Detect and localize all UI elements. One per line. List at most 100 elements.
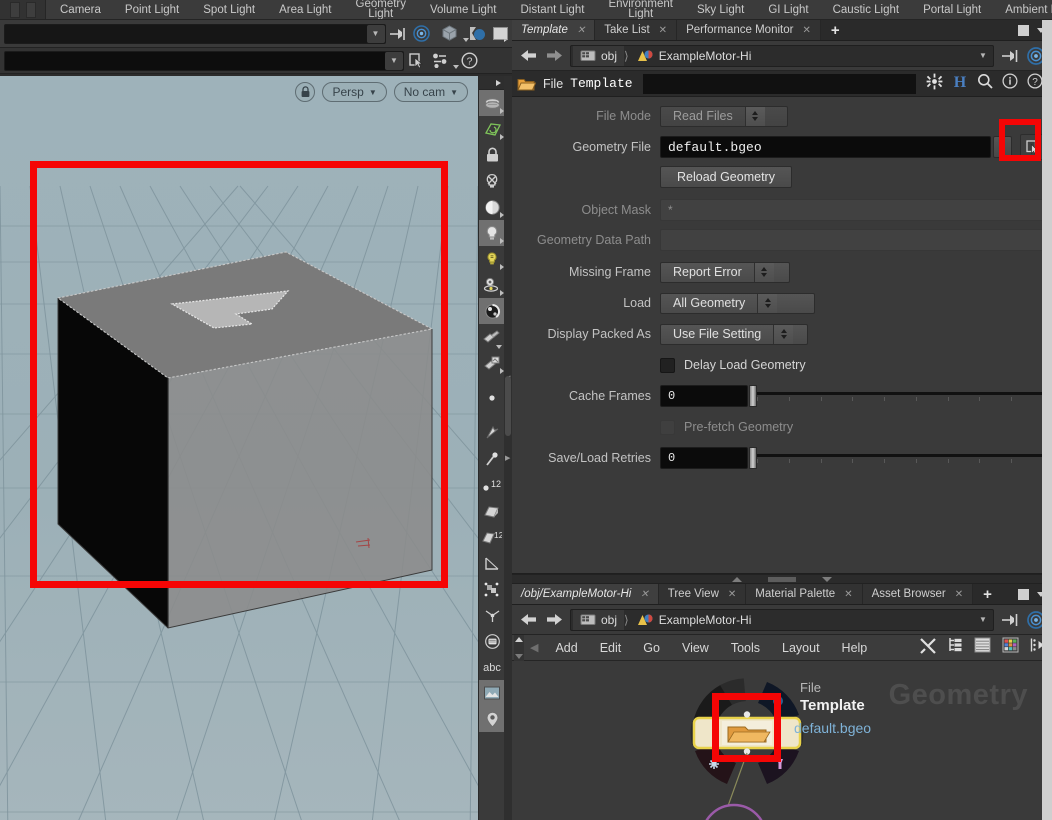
shelf-tab-gi-light[interactable]: GI Light bbox=[756, 0, 820, 19]
shelf-tab-spot-light[interactable]: Spot Light bbox=[191, 0, 267, 19]
capsule-icon[interactable] bbox=[479, 628, 505, 654]
close-icon[interactable]: ✕ bbox=[659, 25, 667, 36]
shelf-tab-portal-light[interactable]: Portal Light bbox=[911, 0, 993, 19]
search-icon[interactable] bbox=[977, 73, 993, 94]
viewport-toolbar-collapse[interactable] bbox=[479, 76, 504, 90]
splitter-collapse-down-icon[interactable] bbox=[822, 576, 832, 582]
normals-icon[interactable] bbox=[479, 550, 505, 576]
menu-layout[interactable]: Layout bbox=[771, 641, 831, 655]
scroll-down-arrow[interactable]: ▶ bbox=[505, 454, 510, 462]
tab-template[interactable]: Template ✕ bbox=[512, 20, 596, 40]
scroll-thumb[interactable] bbox=[505, 376, 511, 436]
pin-icon[interactable] bbox=[1000, 46, 1020, 66]
viewport-camera-select[interactable]: No cam ▼ bbox=[393, 82, 468, 102]
network-breadcrumb[interactable]: obj ⟩ ExampleMotor-Hi ▼ bbox=[570, 608, 994, 631]
parm-breadcrumb[interactable]: obj ⟩ ExampleMotor-Hi ▼ bbox=[570, 44, 994, 67]
prefetch-geometry-checkbox[interactable] bbox=[660, 419, 675, 435]
breadcrumb-node-network[interactable]: ExampleMotor-Hi bbox=[629, 610, 759, 630]
point-numbers-icon[interactable]: 12 bbox=[479, 472, 505, 498]
close-icon[interactable]: ✕ bbox=[955, 589, 963, 600]
display-options-icon[interactable] bbox=[479, 90, 505, 116]
chevron-down-icon[interactable]: ▼ bbox=[975, 47, 991, 65]
tab-performance-monitor[interactable]: Performance Monitor ✕ bbox=[677, 20, 821, 40]
shelf-tab-camera[interactable]: Camera bbox=[48, 0, 113, 19]
background-color-icon[interactable] bbox=[488, 22, 512, 46]
shelf-tab-environment-light[interactable]: Environment Light bbox=[596, 0, 685, 19]
menu-help[interactable]: Help bbox=[831, 641, 879, 655]
paint-icon[interactable] bbox=[479, 324, 505, 350]
spinner-icon[interactable] bbox=[773, 324, 794, 344]
snapping-icon[interactable] bbox=[479, 116, 505, 142]
pin-icon-network[interactable] bbox=[1000, 610, 1020, 630]
headlight-icon[interactable] bbox=[479, 220, 505, 246]
close-icon[interactable]: ✕ bbox=[728, 589, 736, 600]
node-radial-menu[interactable]: i bbox=[662, 661, 892, 820]
cache-frames-slider-handle[interactable] bbox=[749, 385, 757, 407]
menu-add[interactable]: Add bbox=[544, 641, 588, 655]
close-icon[interactable]: ✕ bbox=[802, 25, 810, 36]
maximize-pane-icon[interactable] bbox=[1018, 588, 1029, 600]
chevron-down-icon-2[interactable]: ▼ bbox=[385, 51, 403, 70]
shelf-tab-area-light[interactable]: Area Light bbox=[267, 0, 343, 19]
chevron-down-icon[interactable]: ▼ bbox=[975, 611, 991, 629]
tab-material-palette[interactable]: Material Palette ✕ bbox=[746, 584, 863, 604]
shelf-tab-caustic-light[interactable]: Caustic Light bbox=[821, 0, 911, 19]
shelf-tab-distant-light[interactable]: Distant Light bbox=[509, 0, 597, 19]
splitter-grip[interactable] bbox=[768, 576, 796, 582]
spinner-icon[interactable] bbox=[757, 293, 778, 313]
bounding-box-icon[interactable] bbox=[479, 576, 505, 602]
image-icon[interactable] bbox=[479, 680, 505, 706]
display-packed-as-menu[interactable]: Use File Setting bbox=[660, 323, 808, 345]
tab-tree-view[interactable]: Tree View ✕ bbox=[658, 584, 747, 604]
spinner-icon[interactable] bbox=[744, 106, 765, 126]
houdini-h-icon[interactable]: H bbox=[952, 73, 968, 95]
scene-viewport[interactable]: Persp ▼ No cam ▼ bbox=[0, 76, 478, 820]
close-icon[interactable]: ✕ bbox=[844, 589, 852, 600]
list-tree-icon[interactable] bbox=[948, 637, 963, 658]
geometry-file-input[interactable]: default.bgeo bbox=[660, 136, 991, 158]
primitive-numbers-icon[interactable]: 12 bbox=[479, 524, 505, 550]
chevron-down-icon[interactable]: ▼ bbox=[366, 24, 385, 43]
back-button[interactable] bbox=[518, 46, 538, 66]
parm-node-name-field[interactable] bbox=[642, 73, 916, 94]
axis-icon[interactable] bbox=[479, 602, 505, 628]
viewport-view-mode[interactable]: Persp ▼ bbox=[322, 82, 387, 102]
marker-pin-icon[interactable] bbox=[479, 706, 505, 732]
target-icon[interactable] bbox=[409, 22, 433, 46]
shading-mode-icon[interactable] bbox=[464, 22, 488, 46]
back-button-network[interactable] bbox=[518, 610, 538, 630]
geometry-file-menu-caret[interactable]: ▼ bbox=[993, 136, 1012, 158]
close-icon[interactable]: ✕ bbox=[577, 25, 585, 36]
forward-button[interactable] bbox=[544, 46, 564, 66]
right-pane-scroll-thumb[interactable] bbox=[1042, 20, 1052, 820]
viewport-path-field[interactable]: ▼ bbox=[4, 23, 386, 44]
primitive-fill-icon[interactable] bbox=[479, 498, 505, 524]
no-light-icon[interactable] bbox=[479, 168, 505, 194]
geometry-data-path-input[interactable] bbox=[660, 229, 1046, 251]
spinner-icon[interactable] bbox=[753, 262, 774, 282]
tools-icon[interactable] bbox=[919, 637, 937, 659]
help-icon[interactable]: ? bbox=[456, 49, 482, 73]
missing-frame-menu[interactable]: Report Error bbox=[660, 261, 790, 283]
splitter-collapse-up-icon[interactable] bbox=[732, 576, 742, 582]
viewport-selection-field[interactable]: ▼ bbox=[4, 50, 404, 71]
point-dot-icon[interactable] bbox=[479, 385, 505, 411]
help-icon[interactable]: ? bbox=[1027, 73, 1043, 94]
cache-frames-slider-track[interactable] bbox=[757, 385, 1044, 407]
menu-edit[interactable]: Edit bbox=[589, 641, 633, 655]
select-cursor-icon[interactable] bbox=[404, 49, 430, 73]
menu-tools[interactable]: Tools bbox=[720, 641, 771, 655]
breadcrumb-obj[interactable]: obj bbox=[573, 45, 625, 66]
shading-sphere-icon[interactable] bbox=[479, 194, 505, 220]
load-menu[interactable]: All Geometry bbox=[660, 292, 815, 314]
save-load-retries-slider-handle[interactable] bbox=[749, 447, 757, 469]
reload-geometry-button[interactable]: Reload Geometry bbox=[660, 166, 792, 188]
pane-splitter-horizontal[interactable] bbox=[512, 574, 1052, 584]
info-icon[interactable] bbox=[1002, 73, 1018, 94]
pane-splitter-scrollbar[interactable]: ◀ ▶ bbox=[504, 76, 512, 820]
network-menu-scroll-left[interactable]: ◀ bbox=[524, 641, 544, 654]
pin-marker-icon[interactable] bbox=[479, 446, 505, 472]
display-geometry-icon[interactable] bbox=[440, 22, 469, 46]
breadcrumb-obj-network[interactable]: obj bbox=[573, 609, 625, 630]
save-load-retries-slider-track[interactable] bbox=[757, 447, 1044, 469]
